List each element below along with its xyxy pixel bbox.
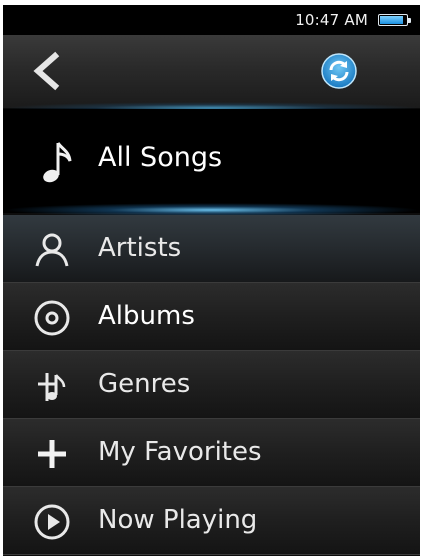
genre-icon [38, 373, 66, 401]
menu-item-label: Now Playing [98, 505, 258, 535]
menu-item-label: Artists [98, 233, 182, 263]
music-app-screen: 10:47 AM All Songs Artists Albums Genres… [3, 5, 420, 556]
music-note-icon [43, 142, 72, 183]
disc-icon [34, 300, 70, 336]
chevron-left-icon [33, 51, 60, 91]
menu-item-label: Albums [98, 301, 195, 331]
sync-button[interactable] [320, 52, 358, 90]
header-bar [3, 35, 420, 114]
battery-level-fill [380, 16, 404, 24]
menu-item-my-favorites[interactable]: My Favorites [3, 419, 420, 487]
person-icon [35, 233, 69, 267]
back-button[interactable] [25, 49, 69, 93]
sync-icon [321, 53, 357, 89]
menu-item-genres[interactable]: Genres [3, 351, 420, 419]
status-bar: 10:47 AM [3, 5, 420, 35]
menu-item-artists[interactable]: Artists [3, 215, 420, 283]
menu-item-now-playing[interactable]: Now Playing [3, 487, 420, 555]
status-time: 10:47 AM [295, 11, 368, 29]
plus-icon [38, 440, 66, 468]
menu-list: Artists Albums Genres My Favorites Now P… [3, 215, 420, 555]
menu-item-albums[interactable]: Albums [3, 283, 420, 351]
play-icon [34, 504, 70, 540]
battery-icon [378, 14, 411, 26]
menu-item-label: My Favorites [98, 437, 262, 467]
menu-item-all-songs[interactable]: All Songs [3, 109, 420, 217]
menu-item-label: Genres [98, 369, 191, 399]
menu-item-label: All Songs [98, 142, 223, 173]
